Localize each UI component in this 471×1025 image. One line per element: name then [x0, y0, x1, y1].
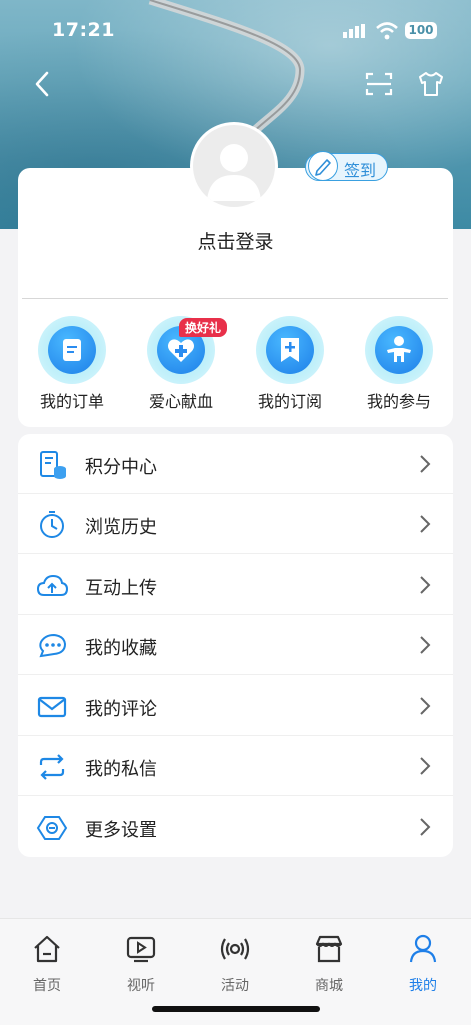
- participation-icon: [387, 336, 411, 362]
- order-icon: [63, 339, 81, 361]
- settings-icon: [36, 816, 68, 840]
- subscription-icon: [281, 338, 299, 362]
- comment-icon: [37, 696, 67, 718]
- tab-label: 视听: [127, 978, 155, 994]
- menu-item-label: 我的收藏: [85, 638, 157, 659]
- menu-divider: [18, 674, 453, 675]
- menu-item-messages[interactable]: 我的私信: [18, 736, 453, 796]
- tab-store[interactable]: 商城: [299, 933, 359, 995]
- skin-icon[interactable]: [416, 70, 446, 98]
- menu-item-upload[interactable]: 互动上传: [18, 555, 453, 615]
- menu-divider: [18, 553, 453, 554]
- chevron-right-icon: [420, 697, 431, 715]
- default-avatar-icon: [207, 144, 261, 201]
- tab-home[interactable]: 首页: [17, 933, 77, 995]
- divider: [22, 298, 448, 299]
- tab-label: 我的: [409, 978, 437, 994]
- history-icon: [40, 511, 64, 538]
- menu-item-settings[interactable]: 更多设置: [18, 797, 453, 857]
- tab-label: 首页: [33, 978, 61, 994]
- checkin-button[interactable]: 签到: [305, 151, 388, 181]
- menu-item-label: 我的私信: [85, 759, 157, 780]
- chevron-right-icon: [420, 455, 431, 473]
- menu-divider: [18, 795, 453, 796]
- quick-action-label: 我的参与: [366, 392, 431, 411]
- menu-item-label: 浏览历史: [85, 517, 157, 538]
- quick-action-label: 我的订阅: [257, 392, 322, 411]
- chevron-right-icon: [420, 576, 431, 594]
- login-prompt[interactable]: 点击登录: [0, 227, 471, 254]
- menu-item-label: 互动上传: [85, 578, 157, 599]
- video-icon: [126, 936, 156, 963]
- quick-action-label: 我的订单: [39, 392, 104, 411]
- checkin-label: 签到: [344, 161, 377, 180]
- scan-icon[interactable]: [363, 70, 395, 98]
- menu-list: 积分中心 浏览历史 互动上传 我的收藏 我的评论 我的私信 更多设置: [18, 434, 453, 857]
- menu-item-comments[interactable]: 我的评论: [18, 676, 453, 736]
- menu-item-label: 更多设置: [85, 820, 157, 841]
- menu-item-label: 积分中心: [85, 457, 157, 478]
- tab-profile[interactable]: 我的: [393, 933, 453, 995]
- status-time: 17:21: [52, 19, 115, 41]
- chevron-right-icon: [420, 757, 431, 775]
- menu-item-label: 我的评论: [85, 699, 157, 720]
- menu-item-favorites[interactable]: 我的收藏: [18, 615, 453, 675]
- quick-action-subscription[interactable]: 我的订阅: [245, 316, 335, 412]
- chevron-right-icon: [420, 818, 431, 836]
- quick-action-orders[interactable]: 我的订单: [27, 316, 117, 412]
- chevron-right-icon: [420, 636, 431, 654]
- signal-icon: [343, 24, 365, 38]
- battery-indicator: 100: [405, 22, 437, 39]
- gift-badge: 换好礼: [179, 318, 228, 337]
- menu-item-points[interactable]: 积分中心: [18, 434, 453, 494]
- back-icon[interactable]: [28, 67, 58, 101]
- upload-icon: [36, 574, 68, 596]
- quick-action-label: 爱心献血: [148, 392, 213, 411]
- menu-item-history[interactable]: 浏览历史: [18, 494, 453, 554]
- avatar[interactable]: [190, 122, 278, 210]
- wifi-icon: [376, 22, 398, 40]
- pen-icon: [308, 151, 338, 181]
- store-icon: [315, 935, 343, 963]
- tab-activity[interactable]: 活动: [205, 933, 265, 995]
- broadcast-icon: [220, 938, 250, 960]
- status-bar: 17:21 100: [0, 0, 471, 60]
- tab-video[interactable]: 视听: [111, 933, 171, 995]
- favorites-icon: [39, 633, 67, 658]
- quick-action-participation[interactable]: 我的参与: [354, 316, 444, 412]
- message-icon: [39, 754, 65, 780]
- profile-icon: [409, 934, 437, 963]
- chevron-right-icon: [420, 515, 431, 533]
- home-indicator: [152, 1006, 320, 1012]
- home-icon: [34, 935, 60, 963]
- tab-label: 活动: [221, 978, 249, 994]
- tab-label: 商城: [315, 978, 343, 994]
- points-icon: [40, 451, 66, 479]
